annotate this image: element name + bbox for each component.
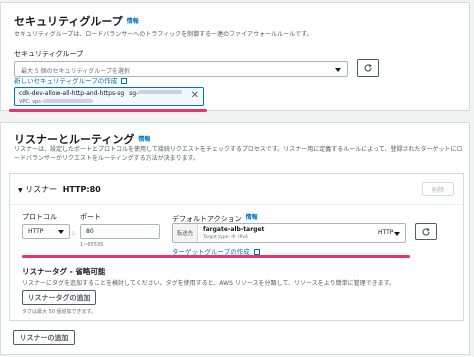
highlight-underline (22, 255, 410, 258)
protocol-select[interactable]: HTTP (22, 224, 70, 239)
port-input[interactable]: 80 (80, 224, 160, 239)
security-group-title: セキュリティグループ 情報 (14, 13, 139, 29)
chevron-down-icon (335, 68, 341, 72)
refresh-icon (422, 227, 430, 236)
listener-tags-description: リスナーにタグを追加することを検討してください。タグを使用すると、AWS リソー… (22, 280, 396, 287)
remove-token-close-icon[interactable]: ✕ (191, 91, 199, 101)
refresh-security-groups-button[interactable] (357, 59, 379, 77)
caret-down-icon: ▼ (18, 187, 23, 194)
target-group-type: Target type: IP, IPv4 (203, 235, 248, 240)
token-id-redacted (138, 90, 183, 94)
create-security-group-link[interactable]: 新しいセキュリティグループの作成 (14, 75, 128, 85)
target-group-name: fargate-alb-target (203, 226, 265, 233)
listener-card: ▼ リスナー HTTP:80 削除 プロトコル HTTP : ポート 80 1~… (9, 173, 464, 321)
divider (10, 204, 463, 205)
token-name-text: cdk-dev-allow-all-http-and-https-sg (19, 90, 125, 97)
forward-to-label: 転送先 (173, 224, 198, 242)
listener-header[interactable]: ▼ リスナー HTTP:80 (18, 184, 101, 195)
chevron-down-icon (58, 230, 64, 234)
security-group-title-text: セキュリティグループ (14, 15, 123, 28)
security-group-panel: セキュリティグループ 情報 セキュリティグループは、ロードバランサーへのトラフィッ… (0, 2, 470, 112)
default-action-label-text: デフォルトアクション (172, 215, 242, 223)
protocol-label: プロトコル (22, 213, 57, 221)
listeners-description: リスナーは、設定したポートとプロトコルを使用して接続リクエストをチェックするプロ… (14, 146, 463, 162)
chevron-down-icon (394, 232, 400, 236)
security-group-description: セキュリティグループは、ロードバランサーへのトラフィックを制御する一連のファイア… (14, 31, 313, 38)
token-vpc-redacted (42, 99, 93, 103)
refresh-icon (364, 63, 372, 72)
remove-listener-button[interactable]: 削除 (422, 182, 454, 196)
highlight-underline (9, 109, 207, 112)
token-vpc-prefix: VPC: vpc- (19, 99, 43, 105)
token-name: cdk-dev-allow-all-http-and-https-sg sg- (19, 90, 183, 97)
security-group-select-placeholder: 最大 5 個のセキュリティグループを選択 (21, 68, 130, 75)
token-vpc: VPC: vpc- (19, 99, 93, 105)
listener-title: リスナー (25, 185, 58, 194)
default-action-select[interactable]: 転送先 fargate-alb-target Target type: IP, … (172, 223, 406, 243)
tag-limit-hint: タグは最大 50 個追加できます。 (22, 309, 97, 315)
add-listener-tag-button[interactable]: リスナータグの追加 (22, 290, 96, 305)
external-link-icon (121, 78, 128, 84)
protocol-value: HTTP (28, 228, 44, 235)
listener-name: HTTP:80 (62, 185, 101, 194)
target-protocol: HTTP (378, 229, 394, 236)
add-listener-button[interactable]: リスナーの追加 (13, 330, 75, 345)
port-hint: 1~65535 (80, 242, 104, 248)
listeners-info-link[interactable]: 情報 (138, 136, 150, 143)
listener-tags-title: リスナータグ - 省略可能 (22, 267, 106, 276)
security-group-token: cdk-dev-allow-all-http-and-https-sg sg- … (14, 87, 204, 106)
security-group-info-link[interactable]: 情報 (127, 18, 139, 25)
port-value: 80 (86, 228, 94, 235)
refresh-target-groups-button[interactable] (415, 223, 437, 240)
default-action-info-link[interactable]: 情報 (246, 214, 258, 221)
security-group-field-label: セキュリティグループ (14, 50, 84, 58)
token-id-prefix: sg- (129, 90, 139, 97)
listeners-panel: リスナーとルーティング 情報 リスナーは、設定したポートとプロトコルを使用して接続… (0, 122, 470, 355)
create-security-group-link-text: 新しいセキュリティグループの作成 (14, 77, 118, 85)
protocol-port-separator: : (72, 229, 75, 237)
port-label: ポート (80, 213, 101, 221)
